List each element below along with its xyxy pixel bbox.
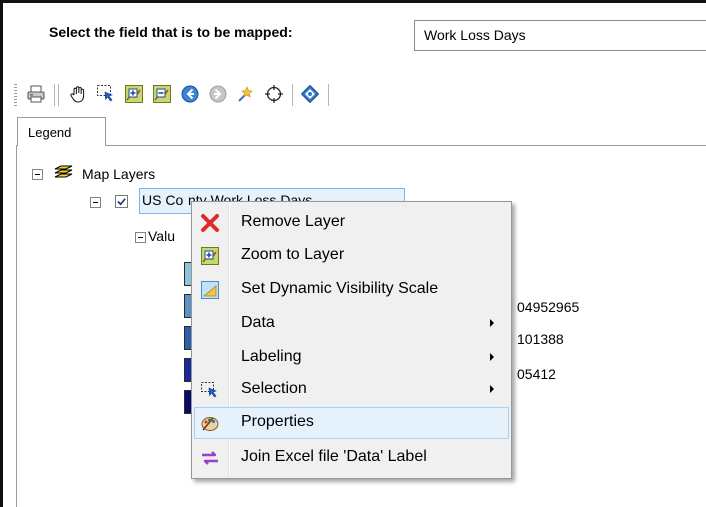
menu-item-label: Join Excel file 'Data' Label — [241, 448, 427, 465]
menu-item-labeling[interactable]: Labeling — [194, 342, 509, 374]
submenu-arrow-icon — [490, 385, 494, 393]
menu-item-label: Properties — [241, 413, 314, 430]
zoom-in-icon[interactable] — [122, 82, 146, 106]
zoom-to-layer-icon — [200, 246, 220, 266]
toolbar-grip[interactable] — [14, 84, 17, 106]
visibility-scale-icon — [200, 280, 220, 300]
print-icon[interactable] — [24, 82, 48, 106]
tree-collapse-map-layers[interactable] — [32, 169, 43, 180]
tree-node-layer-label: US Co — [142, 192, 184, 208]
legend-value: 101388 — [517, 331, 564, 347]
join-arrows-icon — [200, 448, 220, 468]
menu-item-label: Labeling — [241, 348, 302, 365]
panel-border — [16, 145, 17, 507]
tree-collapse-layer[interactable] — [90, 197, 101, 208]
layer-properties-icon[interactable] — [298, 82, 322, 106]
back-icon[interactable] — [178, 82, 202, 106]
window-frame-left — [0, 0, 3, 507]
menu-item-remove-layer[interactable]: Remove Layer — [194, 207, 509, 239]
layer-context-menu: Remove Layer Zoom to Layer Set Dynamic V… — [191, 201, 512, 479]
layer-visibility-checkbox[interactable] — [115, 195, 128, 208]
menu-item-set-dynamic-visibility-scale[interactable]: Set Dynamic Visibility Scale — [194, 274, 509, 306]
full-extent-icon[interactable] — [262, 82, 286, 106]
menu-item-label: Zoom to Layer — [241, 246, 345, 263]
field-select-label: Select the field that is to be mapped: — [49, 24, 293, 40]
field-select-dropdown[interactable]: Work Loss Days — [414, 20, 706, 51]
select-icon[interactable] — [94, 82, 118, 106]
menu-item-label: Set Dynamic Visibility Scale — [241, 280, 439, 297]
toolbar-separator — [328, 84, 329, 106]
menu-item-selection[interactable]: Selection — [194, 374, 509, 406]
menu-item-properties[interactable]: Properties — [194, 407, 509, 439]
tree-node-values[interactable]: Valu — [148, 228, 175, 244]
menu-item-label: Data — [241, 314, 275, 331]
tree-node-map-layers[interactable]: Map Layers — [82, 166, 155, 182]
remove-x-icon — [200, 213, 220, 233]
selection-arrow-icon — [200, 380, 220, 400]
menu-item-join-excel[interactable]: Join Excel file 'Data' Label — [194, 442, 509, 474]
legend-value: 05412 — [517, 366, 556, 382]
window-frame-top — [0, 0, 706, 3]
tab-legend[interactable]: Legend — [17, 117, 106, 146]
menu-item-label: Remove Layer — [241, 213, 346, 230]
forward-icon[interactable] — [206, 82, 230, 106]
submenu-arrow-icon — [490, 353, 494, 361]
tab-strip-border — [16, 145, 706, 146]
menu-item-data[interactable]: Data — [194, 308, 509, 340]
identify-icon[interactable] — [234, 82, 258, 106]
zoom-out-icon[interactable] — [150, 82, 174, 106]
tree-collapse-values[interactable] — [135, 232, 146, 243]
checkmark-icon — [117, 198, 126, 206]
menu-item-label: Selection — [241, 380, 307, 397]
map-layers-icon — [52, 164, 74, 184]
toolbar-separator — [58, 84, 59, 106]
pan-hand-icon[interactable] — [66, 82, 90, 106]
toolbar-separator — [292, 84, 293, 106]
toolbar-separator — [54, 84, 55, 106]
submenu-arrow-icon — [490, 319, 494, 327]
map-toolbar — [14, 82, 474, 108]
menu-item-zoom-to-layer[interactable]: Zoom to Layer — [194, 240, 509, 272]
legend-value: 04952965 — [517, 299, 580, 315]
properties-palette-icon — [200, 413, 220, 433]
